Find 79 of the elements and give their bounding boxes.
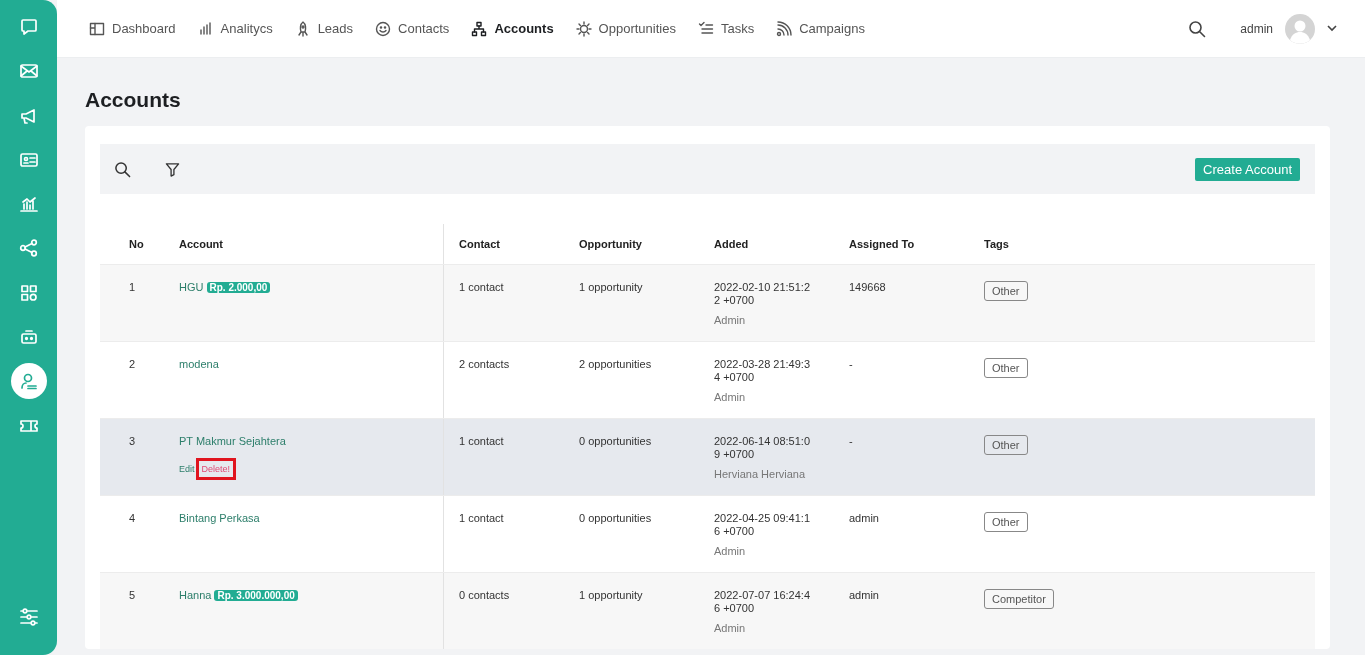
column-header: Added xyxy=(714,238,749,250)
search-icon xyxy=(1188,19,1207,38)
account-link[interactable]: Bintang Perkasa xyxy=(179,512,260,524)
table-cell: - xyxy=(849,435,853,447)
table-cell: 2 contacts xyxy=(459,358,510,370)
rss-icon xyxy=(776,20,793,37)
account-link[interactable]: HGU xyxy=(179,281,204,293)
amount-badge: Rp. 2.000,00 xyxy=(206,282,271,293)
nav-tab[interactable]: Opportunities xyxy=(575,20,676,37)
table-cell: 0 opportunities xyxy=(579,512,652,524)
account-link[interactable]: PT Makmur Sejahtera xyxy=(179,435,286,447)
added-by: Admin xyxy=(714,622,747,634)
row-number: 5 xyxy=(129,589,136,601)
chat-icon xyxy=(18,17,39,37)
chart-icon xyxy=(18,194,39,215)
column-header: Account xyxy=(179,238,223,250)
column-header: Opportunity xyxy=(579,238,642,250)
nav-tab[interactable]: Tasks xyxy=(697,20,755,37)
added-date: 2022-02-10 21:51:22 +0700 xyxy=(714,281,812,307)
account-link[interactable]: Hanna xyxy=(179,589,212,601)
added-date: 2022-07-07 16:24:46 +0700 xyxy=(714,589,812,615)
added-by: Admin xyxy=(714,545,747,557)
grid-icon xyxy=(18,282,39,303)
added-by: Herviana Herviana xyxy=(714,468,807,480)
table-cell: 2 opportunities xyxy=(579,358,652,370)
added-date: 2022-03-28 21:49:34 +0700 xyxy=(714,358,812,384)
tag: Other xyxy=(984,435,1028,455)
user-name: admin xyxy=(1240,21,1273,36)
table-cell: - xyxy=(849,358,853,370)
nav-tab[interactable]: Contacts xyxy=(375,20,450,37)
page-title: Accounts xyxy=(85,88,182,112)
column-header: No xyxy=(129,238,144,250)
row-number: 3 xyxy=(129,435,136,447)
avatar-icon[interactable] xyxy=(1285,13,1315,44)
table-cell: 1 contact xyxy=(459,435,504,447)
share-icon xyxy=(18,238,39,259)
row-number: 2 xyxy=(129,358,136,370)
table-cell: 0 opportunities xyxy=(579,435,652,447)
hierarchy-icon xyxy=(471,20,488,37)
column-header: Assigned To xyxy=(849,238,915,250)
tag: Other xyxy=(984,281,1028,301)
sidebar-item[interactable] xyxy=(10,363,47,400)
chevron-down-icon[interactable] xyxy=(1327,25,1337,32)
column-header: Contact xyxy=(459,238,500,250)
tag: Other xyxy=(984,512,1028,532)
added-date: 2022-06-14 08:51:09 +0700 xyxy=(714,435,812,461)
table-cell: admin xyxy=(849,512,879,524)
row-number: 1 xyxy=(129,281,136,293)
row-number: 4 xyxy=(129,512,136,524)
nav-tab[interactable]: Accounts xyxy=(471,20,554,37)
layout-icon xyxy=(89,20,105,37)
user-icon xyxy=(18,371,39,392)
nav-tab[interactable]: Leads xyxy=(294,20,354,37)
account-link[interactable]: modena xyxy=(179,358,219,370)
table-cell: admin xyxy=(849,589,879,601)
nav-tab[interactable]: Analitycs xyxy=(197,20,273,37)
smiley-icon xyxy=(375,20,392,37)
nav-tab[interactable]: Campaigns xyxy=(776,20,865,37)
table-cell: 1 contact xyxy=(459,512,504,524)
added-by: Admin xyxy=(714,314,747,326)
table-cell: 149668 xyxy=(849,281,886,293)
edit-link[interactable]: Edit xyxy=(179,464,195,474)
tag: Competitor xyxy=(984,589,1054,609)
table-cell: 0 contacts xyxy=(459,589,510,601)
tag: Other xyxy=(984,358,1028,378)
table-cell: 1 opportunity xyxy=(579,281,643,293)
bar-chart-icon xyxy=(197,20,214,37)
column-header: Tags xyxy=(984,238,1009,250)
table-cell: 1 contact xyxy=(459,281,504,293)
checklist-icon xyxy=(697,20,714,37)
search-icon xyxy=(114,160,131,178)
added-by: Admin xyxy=(714,391,747,403)
sun-icon xyxy=(575,20,592,37)
table-cell: 1 opportunity xyxy=(579,589,643,601)
filter-icon xyxy=(165,161,180,177)
nav-tab[interactable]: Dashboard xyxy=(89,20,176,37)
added-date: 2022-04-25 09:41:16 +0700 xyxy=(714,512,812,538)
sliders-icon xyxy=(18,606,39,627)
amount-badge: Rp. 3.000.000,00 xyxy=(214,590,298,601)
